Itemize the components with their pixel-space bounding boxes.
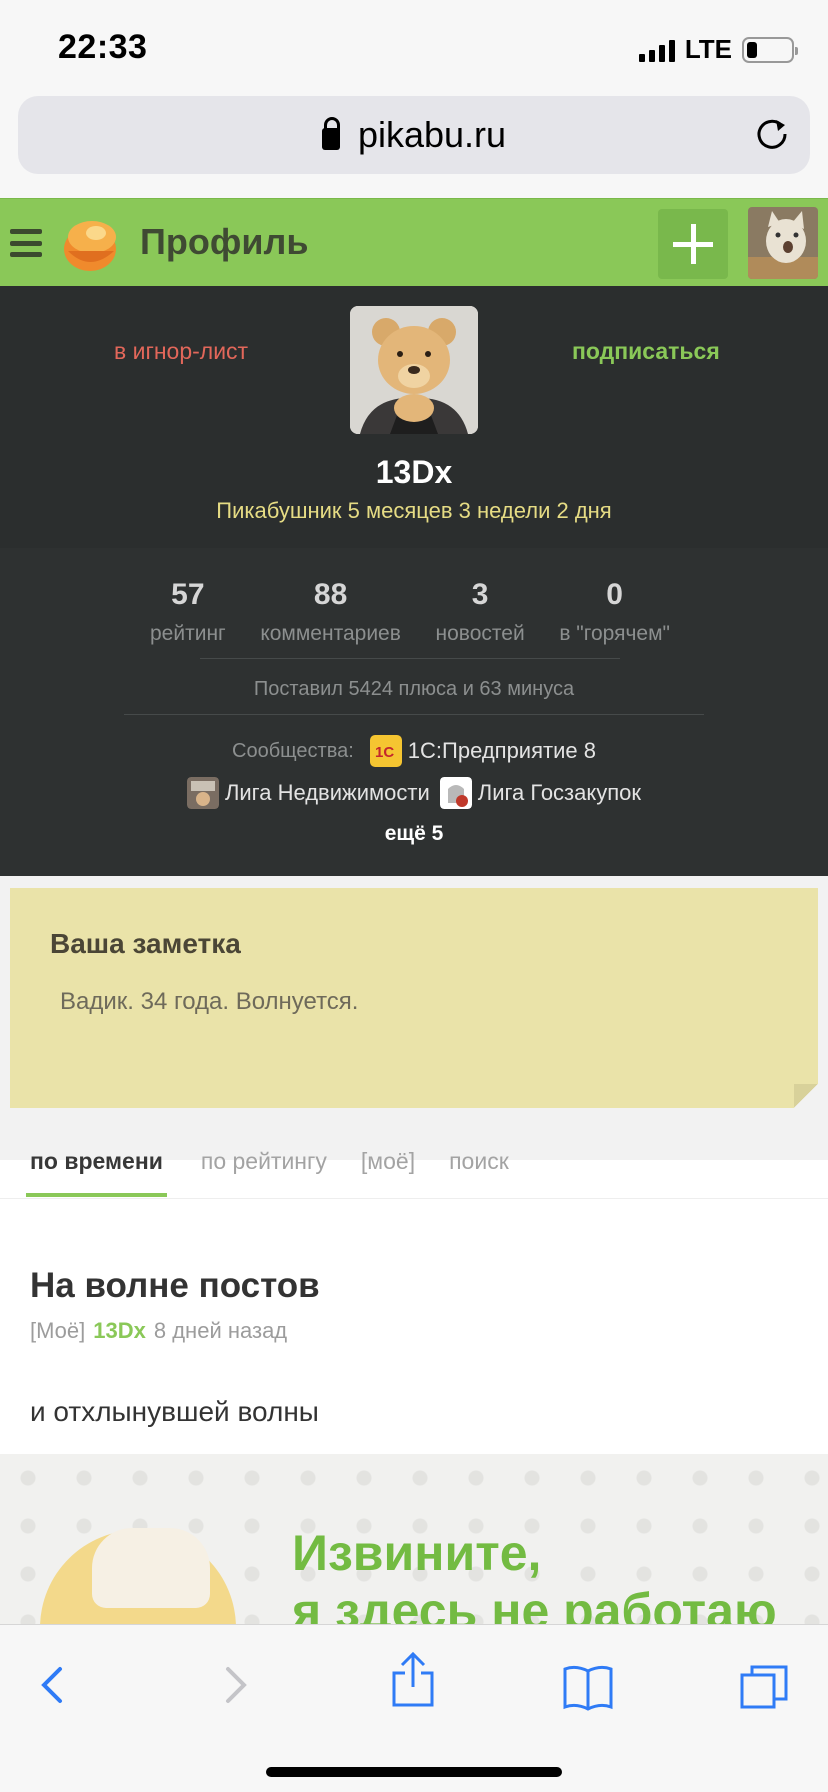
more-communities-link[interactable]: ещё 5: [0, 822, 828, 846]
stat-comments: 88 комментариев: [260, 578, 401, 646]
network-type: LTE: [684, 34, 732, 64]
tabs-icon[interactable]: [738, 1663, 790, 1711]
menu-icon[interactable]: [10, 229, 42, 257]
banner-line-2: я здесь не работаю: [292, 1583, 777, 1624]
stat-label: в "горячем": [559, 622, 670, 645]
stat-value: 88: [313, 578, 348, 611]
communities-label: Сообщества:: [232, 739, 354, 762]
stat-value: 0: [606, 578, 623, 611]
user-note[interactable]: Ваша заметка Вадик. 34 года. Волнуется.: [10, 888, 818, 1108]
profile-panel: в игнор-лист подписаться 13Dx Пикабушник…: [0, 286, 828, 876]
tab-by-rating[interactable]: по рейтингу: [201, 1148, 327, 1197]
address-bar[interactable]: pikabu.ru: [18, 96, 810, 174]
stat-label: рейтинг: [150, 622, 226, 645]
url-text[interactable]: pikabu.ru: [358, 114, 506, 156]
status-bar: 22:33 LTE: [0, 0, 828, 96]
profile-stats: 57 рейтинг 88 комментариев 3 новостей 0 …: [150, 578, 670, 646]
post-image: Извините, я здесь не работаю: [0, 1454, 828, 1624]
browser-address-area: pikabu.ru: [0, 96, 828, 198]
tab-mine[interactable]: [моё]: [361, 1148, 415, 1197]
home-indicator: [266, 1767, 562, 1777]
post-author[interactable]: 13Dx: [93, 1318, 146, 1344]
stat-value: 57: [171, 578, 205, 611]
divider: [124, 714, 704, 715]
note-text[interactable]: Вадик. 34 года. Волнуется.: [60, 988, 358, 1016]
status-indicators: LTE: [638, 34, 798, 65]
tab-by-time[interactable]: по времени: [26, 1148, 167, 1197]
votes-summary: Поставил 5424 плюса и 63 минуса: [253, 678, 575, 700]
tab-search[interactable]: поиск: [449, 1148, 509, 1197]
tabs-divider: [0, 1198, 828, 1199]
reload-icon[interactable]: [754, 116, 790, 152]
pikabu-logo[interactable]: [58, 211, 122, 275]
battery-icon: [742, 36, 798, 63]
profile-avatar[interactable]: [350, 306, 478, 434]
lock-icon: [321, 117, 340, 150]
stat-rating: 57 рейтинг: [150, 578, 226, 646]
community-name: 1С:Предприятие 8: [407, 738, 596, 763]
browser-toolbar: [0, 1624, 828, 1792]
post-time: 8 дней назад: [153, 1318, 288, 1343]
community-name: Лига Госзакупок: [477, 780, 642, 805]
banner-line-1: Извините,: [292, 1525, 542, 1581]
forward-icon[interactable]: [218, 1663, 252, 1707]
community-item[interactable]: Лига Недвижимости: [186, 777, 430, 809]
stat-hot: 0 в "горячем": [559, 578, 670, 646]
chef-hat-icon: [92, 1528, 210, 1608]
note-corner: [794, 1084, 818, 1108]
ignore-list-link[interactable]: в игнор-лист: [114, 338, 248, 365]
profile-nickname: 13Dx: [375, 454, 453, 490]
site-header: Профиль: [0, 198, 828, 286]
bookmarks-icon[interactable]: [562, 1663, 614, 1711]
stat-value: 3: [471, 578, 489, 611]
page-title: Профиль: [140, 221, 309, 262]
subscribe-link[interactable]: подписаться: [572, 338, 720, 365]
procurement-league-icon: [439, 777, 472, 809]
stat-news: 3 новостей: [436, 578, 525, 646]
communities-row: Лига Недвижимости Лига Госзакупок: [0, 772, 828, 814]
cellular-signal-icon: [638, 38, 675, 62]
post-title[interactable]: На волне постов: [30, 1266, 320, 1306]
status-time: 22:33: [58, 28, 148, 66]
post-tag[interactable]: [Моё]: [30, 1318, 85, 1344]
stat-label: новостей: [435, 622, 525, 645]
stat-label: комментариев: [260, 622, 401, 645]
1c-icon: 1С: [369, 735, 402, 767]
communities-row: Сообщества: 1С 1С:Предприятие 8: [0, 730, 828, 772]
community-item[interactable]: 1С 1С:Предприятие 8: [369, 735, 596, 767]
community-name: Лига Недвижимости: [224, 780, 430, 805]
share-icon[interactable]: [390, 1651, 436, 1709]
svg-text:1С: 1С: [375, 744, 394, 761]
community-item[interactable]: Лига Госзакупок: [439, 777, 642, 809]
divider: [200, 658, 620, 659]
user-avatar[interactable]: [748, 207, 818, 279]
add-post-button[interactable]: [658, 209, 728, 279]
membership-duration: Пикабушник 5 месяцев 3 недели 2 дня: [216, 498, 612, 523]
realty-league-icon: [186, 777, 219, 809]
note-title: Ваша заметка: [50, 928, 241, 959]
post-text: и отхлынувшей волны: [30, 1396, 319, 1427]
communities-list: Сообщества: 1С 1С:Предприятие 8 Лига Нед…: [0, 730, 828, 814]
sort-tabs: по времени по рейтингу [моё] поиск: [26, 1148, 509, 1197]
post-meta: [Моё] 13Dx 8 дней назад: [30, 1318, 287, 1344]
back-icon[interactable]: [36, 1663, 70, 1707]
